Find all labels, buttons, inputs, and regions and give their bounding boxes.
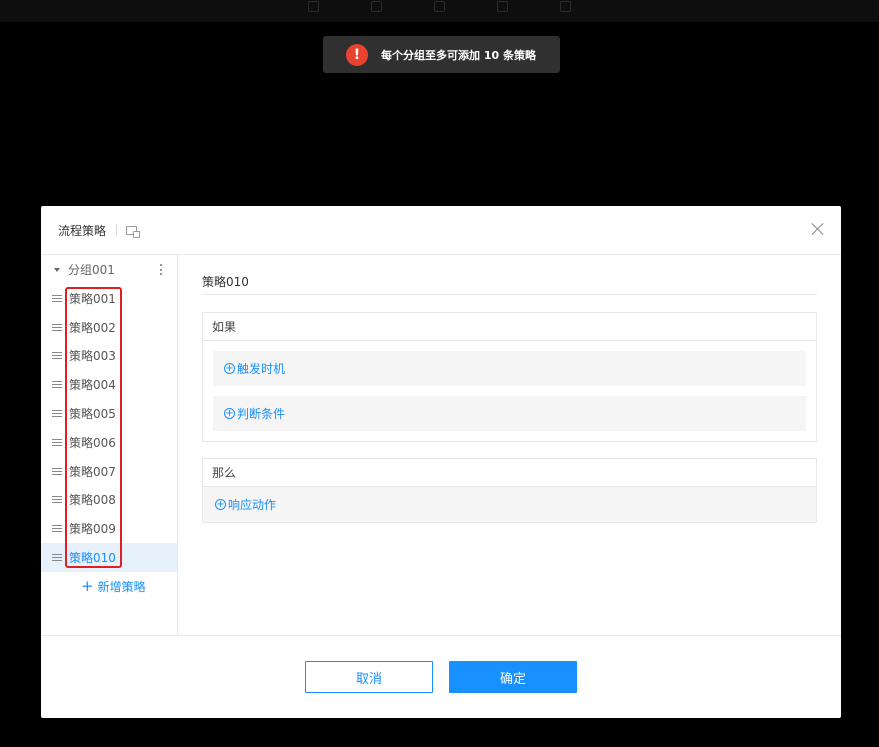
modal-title: 流程策略 (58, 223, 107, 238)
strategy-item[interactable]: 策略003 (41, 342, 177, 371)
action-label: 响应动作 (228, 498, 277, 512)
strategy-sidebar: 分组001 策略001 策略002 策略003 策略004 策略005 策略00… (41, 255, 178, 635)
strategy-item[interactable]: 策略008 (41, 486, 177, 515)
strategy-item-label: 策略010 (69, 551, 116, 566)
strategy-item-active[interactable]: 策略010 (41, 543, 177, 572)
strategy-title: 策略010 (202, 273, 817, 295)
add-condition-button[interactable]: + 判断条件 (213, 396, 806, 431)
confirm-button[interactable]: 确定 (449, 661, 577, 693)
circle-plus-icon: + (224, 407, 235, 419)
drag-handle-icon[interactable] (52, 438, 62, 446)
strategy-item-label: 策略001 (69, 291, 116, 306)
toolbar-icon (434, 0, 445, 12)
group-label: 分组001 (68, 263, 115, 277)
if-section-title: 如果 (203, 313, 816, 341)
warning-toast: ! 每个分组至多可添加 10 条策略 (323, 36, 560, 73)
strategy-item-label: 策略002 (69, 320, 116, 335)
background-toolbar-item (560, 0, 571, 12)
if-section: 如果 + 触发时机 + 判断条件 (202, 312, 817, 442)
strategy-item[interactable]: 策略006 (41, 428, 177, 457)
then-section: 那么 + 响应动作 (202, 458, 817, 523)
header-divider (116, 224, 118, 236)
drag-handle-icon[interactable] (52, 323, 62, 331)
toolbar-icon (371, 0, 382, 12)
caret-down-icon[interactable] (54, 267, 60, 272)
trigger-label: 触发时机 (237, 362, 286, 376)
add-action-button[interactable]: + 响应动作 (203, 487, 816, 522)
strategy-item[interactable]: 策略001 (41, 284, 177, 313)
drag-handle-icon[interactable] (52, 554, 62, 562)
strategy-item[interactable]: 策略004 (41, 370, 177, 399)
toolbar-icon (308, 0, 319, 12)
strategy-item-label: 策略008 (69, 493, 116, 508)
strategy-item-label: 策略007 (69, 464, 116, 479)
strategy-item-label: 策略006 (69, 435, 116, 450)
circle-plus-icon: + (224, 362, 235, 374)
strategy-editor: 策略010 如果 + 触发时机 + 判断条件 那么 + 响应动作 (178, 255, 841, 635)
add-strategy-label: 新增策略 (97, 579, 146, 594)
drag-handle-icon[interactable] (52, 410, 62, 418)
strategy-item-label: 策略003 (69, 349, 116, 364)
toolbar-icon (497, 0, 508, 12)
circle-plus-icon: + (215, 498, 226, 510)
strategy-item[interactable]: 策略002 (41, 313, 177, 342)
background-toolbar-item (371, 0, 382, 12)
close-icon[interactable] (811, 222, 825, 236)
background-toolbar-item (308, 0, 319, 12)
strategy-item-label: 策略009 (69, 522, 116, 537)
strategy-list: 策略001 策略002 策略003 策略004 策略005 策略006 策略00… (41, 284, 177, 572)
drag-handle-icon[interactable] (52, 352, 62, 360)
group-header[interactable]: 分组001 (41, 255, 177, 284)
drag-handle-icon[interactable] (52, 525, 62, 533)
if-section-body: + 触发时机 + 判断条件 (203, 341, 816, 441)
strategy-item-label: 策略004 (69, 378, 116, 393)
condition-label: 判断条件 (237, 407, 286, 421)
modal-body: 分组001 策略001 策略002 策略003 策略004 策略005 策略00… (41, 255, 841, 636)
more-vertical-icon[interactable] (160, 264, 163, 275)
drag-handle-icon[interactable] (52, 294, 62, 302)
add-strategy-button[interactable]: + 新增策略 (41, 572, 177, 601)
plus-icon: + (81, 576, 94, 595)
strategy-modal: 流程策略 分组001 策略001 策略002 策略003 策略004 策略005… (41, 206, 841, 718)
drag-handle-icon[interactable] (52, 496, 62, 504)
add-trigger-button[interactable]: + 触发时机 (213, 351, 806, 386)
drag-handle-icon[interactable] (52, 467, 62, 475)
strategy-item-label: 策略005 (69, 407, 116, 422)
modal-header: 流程策略 (41, 206, 841, 255)
exclamation-icon: ! (346, 43, 368, 66)
background-toolbar-item (497, 0, 508, 12)
then-section-title: 那么 (203, 459, 816, 487)
copy-icon[interactable] (126, 225, 141, 238)
strategy-item[interactable]: 策略009 (41, 514, 177, 543)
toast-message: 每个分组至多可添加 10 条策略 (381, 48, 536, 62)
modal-footer: 取消 确定 (41, 636, 841, 718)
strategy-item[interactable]: 策略005 (41, 399, 177, 428)
cancel-button[interactable]: 取消 (305, 661, 433, 693)
background-toolbar (0, 0, 879, 22)
toolbar-icon (560, 0, 571, 12)
strategy-item[interactable]: 策略007 (41, 457, 177, 486)
drag-handle-icon[interactable] (52, 381, 62, 389)
background-toolbar-item (434, 0, 445, 12)
